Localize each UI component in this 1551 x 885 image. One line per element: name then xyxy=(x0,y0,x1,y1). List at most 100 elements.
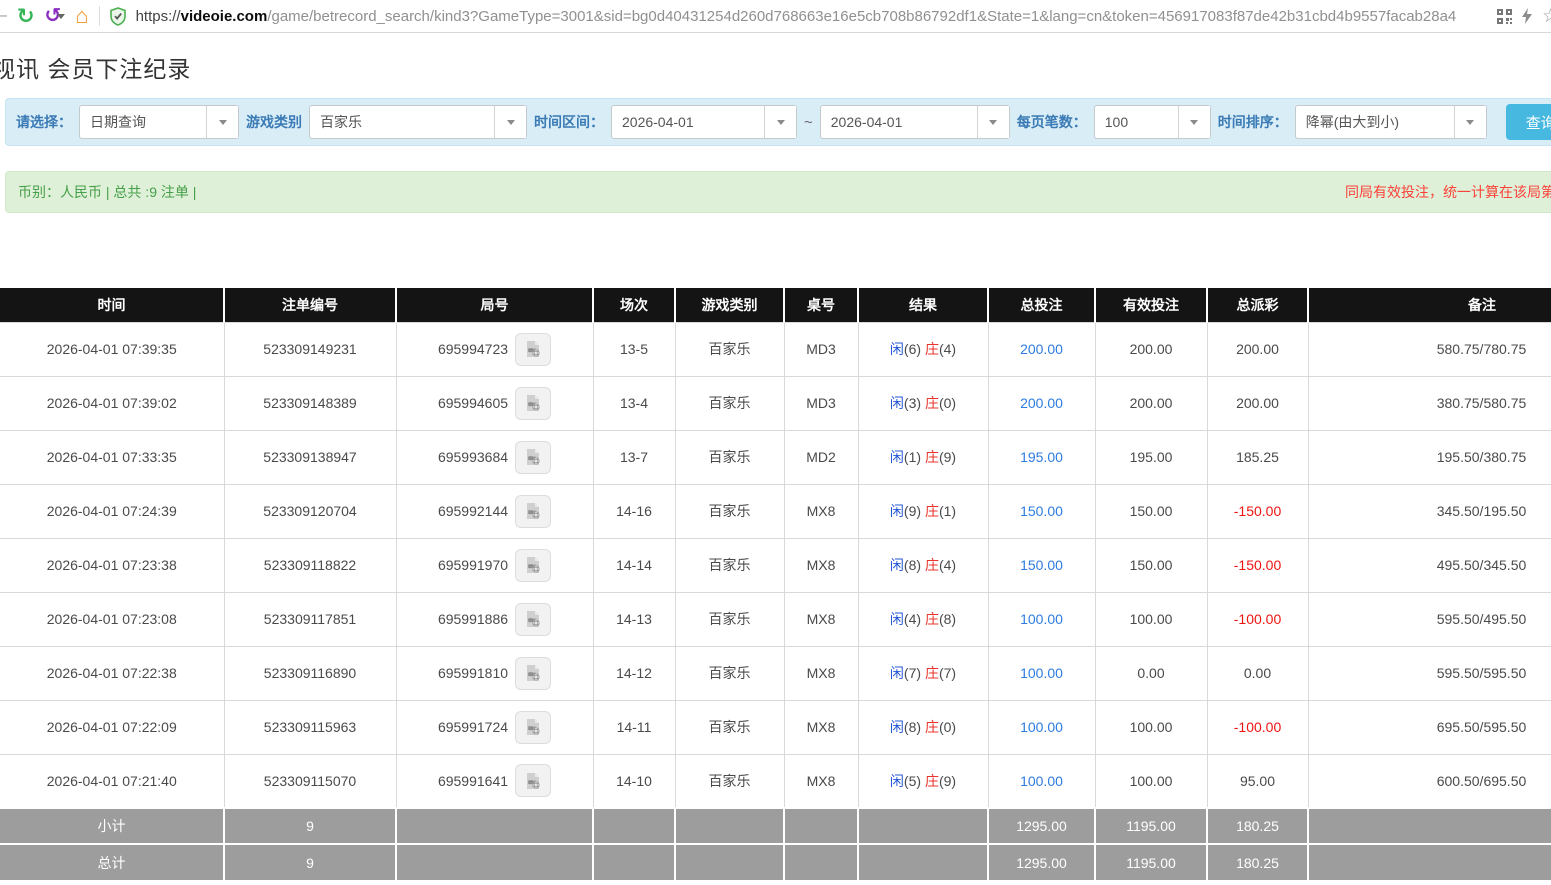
summary-warning-text: 同局有效投注，统一计算在该局第 xyxy=(1345,172,1551,212)
video-file-icon xyxy=(523,717,543,737)
result-player-label: 闲 xyxy=(890,665,904,681)
result-player-label: 闲 xyxy=(890,395,904,411)
cell-time: 2026-04-01 07:33:35 xyxy=(0,430,224,484)
chevron-down-icon[interactable] xyxy=(206,106,238,138)
chevron-down-icon[interactable] xyxy=(494,106,526,138)
cell-result: 闲(1) 庄(9) xyxy=(858,430,988,484)
cell-result: 闲(5) 庄(9) xyxy=(858,754,988,808)
search-button[interactable]: 查询 xyxy=(1506,104,1551,140)
result-player-score: (8) xyxy=(904,719,921,735)
cell-valid-bet: 200.00 xyxy=(1095,376,1207,430)
video-file-icon xyxy=(523,771,543,791)
sort-value: 降幂(由大到小) xyxy=(1296,106,1454,138)
video-replay-button[interactable] xyxy=(515,495,551,528)
result-player-score: (9) xyxy=(904,503,921,519)
star-icon[interactable]: ☆ xyxy=(1542,5,1551,28)
result-player-score: (1) xyxy=(904,449,921,465)
cell-table-no: MX8 xyxy=(784,754,858,808)
cell-time: 2026-04-01 07:23:38 xyxy=(0,538,224,592)
cell-table-no: MX8 xyxy=(784,700,858,754)
cell-game-type: 百家乐 xyxy=(675,376,784,430)
cell-total-bet[interactable]: 195.00 xyxy=(988,430,1095,484)
subtotal-label: 小计 xyxy=(0,808,224,844)
cell-time: 2026-04-01 07:24:39 xyxy=(0,484,224,538)
cell-game-type: 百家乐 xyxy=(675,484,784,538)
result-banker-label: 庄 xyxy=(925,719,939,735)
header-valid-bet: 有效投注 xyxy=(1095,288,1207,322)
video-replay-button[interactable] xyxy=(515,711,551,744)
cell-total-bet[interactable]: 150.00 xyxy=(988,538,1095,592)
video-replay-button[interactable] xyxy=(515,764,551,797)
chevron-down-icon[interactable] xyxy=(977,106,1009,138)
cell-total-bet[interactable]: 200.00 xyxy=(988,322,1095,376)
cell-total-bet[interactable]: 100.00 xyxy=(988,700,1095,754)
result-player-score: (8) xyxy=(904,557,921,573)
cell-valid-bet: 150.00 xyxy=(1095,484,1207,538)
video-replay-button[interactable] xyxy=(515,333,551,366)
header-total-bet: 总投注 xyxy=(988,288,1095,322)
chevron-down-icon[interactable] xyxy=(1454,106,1486,138)
video-replay-button[interactable] xyxy=(515,549,551,582)
result-banker-label: 庄 xyxy=(925,611,939,627)
filter-bar: 请选择： 日期查询 游戏类别 百家乐 时间区间： 2026-04-01 ~ 20… xyxy=(5,98,1551,146)
url-scheme: https:// xyxy=(136,8,181,25)
cell-total-bet[interactable]: 100.00 xyxy=(988,592,1095,646)
cell-session: 14-10 xyxy=(593,754,675,808)
video-replay-button[interactable] xyxy=(515,441,551,474)
total-valid-bet: 1195.00 xyxy=(1095,844,1207,880)
cut-off-icon: – xyxy=(0,7,7,25)
cell-table-no: MD3 xyxy=(784,322,858,376)
summary-currency-count: 币别：人民币 | 总共 :9 注单 | xyxy=(18,172,196,212)
game-type-value: 百家乐 xyxy=(310,106,494,138)
url-text[interactable]: https://videoie.com/game/betrecord_searc… xyxy=(136,8,1457,25)
time-range-label: 时间区间： xyxy=(534,112,604,132)
bet-records-table-wrap: 时间 注单编号 局号 场次 游戏类别 桌号 结果 总投注 有效投注 总派彩 备注… xyxy=(0,288,1551,880)
refresh-icon[interactable]: ↻ xyxy=(17,6,35,27)
sort-label: 时间排序： xyxy=(1218,112,1288,132)
cell-round-id: 695994723 xyxy=(396,322,593,376)
cell-remark: 595.50/595.50 xyxy=(1308,646,1551,700)
query-type-select[interactable]: 日期查询 xyxy=(79,105,239,139)
cell-round-id: 695991970 xyxy=(396,538,593,592)
qr-icon[interactable] xyxy=(1497,9,1512,24)
result-banker-label: 庄 xyxy=(925,341,939,357)
table-header: 时间 注单编号 局号 场次 游戏类别 桌号 结果 总投注 有效投注 总派彩 备注 xyxy=(0,288,1551,322)
cell-time: 2026-04-01 07:23:08 xyxy=(0,592,224,646)
chevron-down-icon[interactable] xyxy=(764,106,796,138)
date-from-select[interactable]: 2026-04-01 xyxy=(611,105,797,139)
cell-total-bet[interactable]: 100.00 xyxy=(988,646,1095,700)
cell-total-bet[interactable]: 200.00 xyxy=(988,376,1095,430)
lightning-icon[interactable] xyxy=(1521,8,1533,24)
home-icon[interactable]: ⌂ xyxy=(75,5,88,27)
sort-select[interactable]: 降幂(由大到小) xyxy=(1295,105,1487,139)
result-banker-score: (9) xyxy=(939,449,956,465)
round-id-text: 695991810 xyxy=(438,665,508,681)
undo-control[interactable]: ↺ xyxy=(45,6,66,26)
date-to-select[interactable]: 2026-04-01 xyxy=(820,105,1010,139)
result-banker-score: (0) xyxy=(939,395,956,411)
cell-total-bet[interactable]: 150.00 xyxy=(988,484,1095,538)
video-file-icon xyxy=(523,447,543,467)
total-row: 总计 9 1295.00 1195.00 180.25 xyxy=(0,844,1551,880)
cell-session: 14-12 xyxy=(593,646,675,700)
subtotal-row: 小计 9 1295.00 1195.00 180.25 xyxy=(0,808,1551,844)
cell-total-bet[interactable]: 100.00 xyxy=(988,754,1095,808)
video-file-icon xyxy=(523,339,543,359)
video-replay-button[interactable] xyxy=(515,657,551,690)
page-size-select[interactable]: 100 xyxy=(1094,105,1211,139)
address-bar[interactable]: https://videoie.com/game/betrecord_searc… xyxy=(136,8,1487,25)
result-player-score: (7) xyxy=(904,665,921,681)
cell-round-id: 695991724 xyxy=(396,700,593,754)
game-type-select[interactable]: 百家乐 xyxy=(309,105,527,139)
result-banker-score: (1) xyxy=(939,503,956,519)
table-body: 2026-04-01 07:39:35 523309149231 6959947… xyxy=(0,322,1551,808)
cell-session: 14-11 xyxy=(593,700,675,754)
bet-records-table: 时间 注单编号 局号 场次 游戏类别 桌号 结果 总投注 有效投注 总派彩 备注… xyxy=(0,288,1551,880)
chevron-down-icon[interactable] xyxy=(57,14,65,19)
cell-game-type: 百家乐 xyxy=(675,322,784,376)
chevron-down-icon[interactable] xyxy=(1178,106,1210,138)
video-file-icon xyxy=(523,663,543,683)
video-replay-button[interactable] xyxy=(515,603,551,636)
video-file-icon xyxy=(523,609,543,629)
video-replay-button[interactable] xyxy=(515,387,551,420)
